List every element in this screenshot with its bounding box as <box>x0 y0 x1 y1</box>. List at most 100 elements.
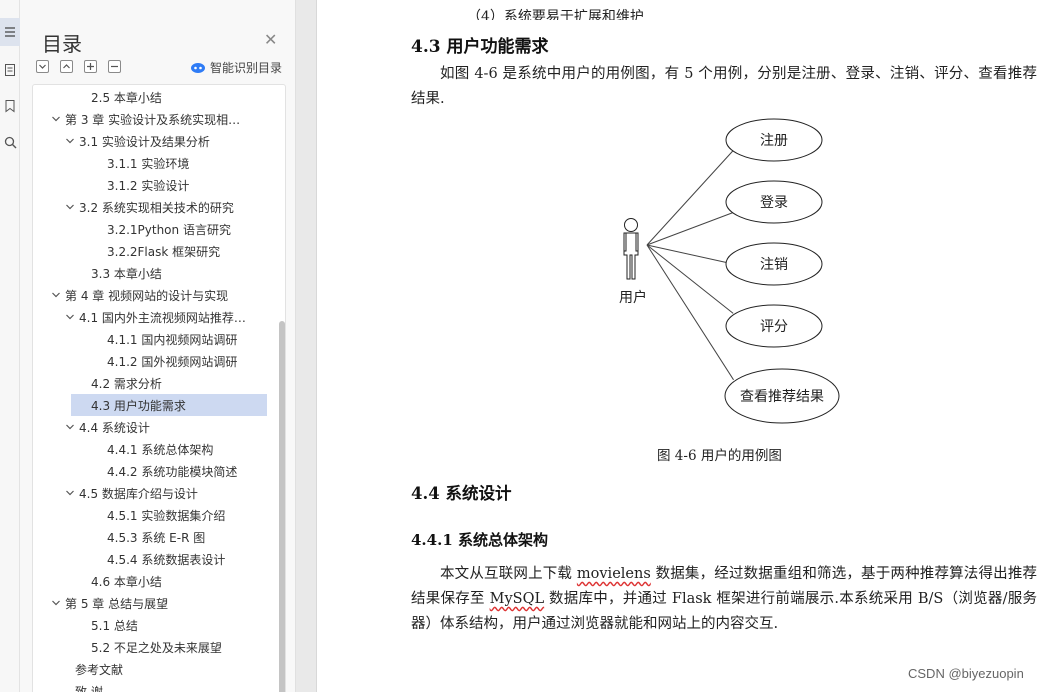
collapse-all-button[interactable] <box>60 60 73 73</box>
chevron-down-icon[interactable] <box>65 488 75 498</box>
watermark: CSDN @biyezuopin <box>908 666 1024 681</box>
remove-heading-button[interactable] <box>108 60 121 73</box>
chevron-down-icon[interactable] <box>65 312 75 322</box>
toc-item[interactable]: 参考文献 <box>33 658 275 680</box>
chevron-down-icon[interactable] <box>65 136 75 146</box>
toc-title: 目录 <box>42 32 82 56</box>
toc-item[interactable]: 3.1.2 实验设计 <box>33 174 275 196</box>
toc-item-label: 3.2 系统实现相关技术的研究 <box>79 200 234 215</box>
association-line <box>646 244 734 314</box>
toc-item[interactable]: 5.1 总结 <box>33 614 275 636</box>
plus-icon <box>87 63 94 70</box>
toc-item[interactable]: 3.2.1Python 语言研究 <box>33 218 275 240</box>
use-case-ovals: 注册登录注销评分查看推荐结果 <box>724 118 840 424</box>
comments-panel-toggle[interactable] <box>0 92 20 120</box>
toc-item-label: 2.5 本章小结 <box>91 90 162 105</box>
bookmark-icon <box>5 100 15 113</box>
toc-item-label: 4.1.1 国内视频网站调研 <box>107 332 238 347</box>
close-icon[interactable]: ✕ <box>264 30 277 49</box>
toc-item-label: 3.1.2 实验设计 <box>107 178 190 193</box>
association-line <box>646 150 734 246</box>
toc-item-label: 4.2 需求分析 <box>91 376 162 391</box>
toc-item[interactable]: 3.2 系统实现相关技术的研究 <box>33 196 275 218</box>
toc-item-label: 4.3 用户功能需求 <box>91 398 186 413</box>
toc-item[interactable]: 4.1.2 国外视频网站调研 <box>33 350 275 372</box>
toc-item-label: 4.5 数据库介绍与设计 <box>79 486 198 501</box>
chevron-down-icon[interactable] <box>65 422 75 432</box>
toc-item[interactable]: 3.1 实验设计及结果分析 <box>33 130 275 152</box>
use-case-label: 查看推荐结果 <box>740 389 824 405</box>
toc-item-label: 5.1 总结 <box>91 618 138 633</box>
smart-toc-button[interactable]: 智能识别目录 <box>190 59 282 76</box>
association-line <box>646 212 734 246</box>
association-lines <box>646 150 734 381</box>
toc-item[interactable]: 第 5 章 总结与展望 <box>33 592 275 614</box>
toc-item[interactable]: 5.2 不足之处及未来展望 <box>33 636 275 658</box>
use-case-label: 评分 <box>760 319 788 335</box>
toc-item-label: 致 谢 <box>75 684 103 692</box>
association-line <box>646 244 734 381</box>
expand-all-button[interactable] <box>36 60 49 73</box>
toc-item-label: 4.6 本章小结 <box>91 574 162 589</box>
toc-item[interactable]: 4.4 系统设计 <box>33 416 275 438</box>
toc-item[interactable]: 4.5 数据库介绍与设计 <box>33 482 275 504</box>
toc-panel-toggle[interactable] <box>0 18 20 46</box>
chevron-down-icon[interactable] <box>51 598 61 608</box>
toc-item[interactable]: 4.6 本章小结 <box>33 570 275 592</box>
toc-item[interactable]: 致 谢 <box>33 680 275 692</box>
actor-label: 用户 <box>619 289 647 306</box>
toc-scrollbar-thumb[interactable] <box>279 321 285 692</box>
toc-item[interactable]: 4.5.1 实验数据集介绍 <box>33 504 275 526</box>
toc-item[interactable]: 2.5 本章小结 <box>33 86 275 108</box>
pages-panel-toggle[interactable] <box>0 56 20 84</box>
search-icon <box>4 136 16 148</box>
list-icon <box>5 27 15 37</box>
toc-item-label: 4.4.1 系统总体架构 <box>107 442 214 457</box>
chevron-down-icon[interactable] <box>51 114 61 124</box>
toc-item-label: 4.4.2 系统功能模块简述 <box>107 464 238 479</box>
toc-item-label: 4.5.4 系统数据表设计 <box>107 552 226 567</box>
association-line <box>646 244 734 265</box>
toc-item-label: 3.2.1Python 语言研究 <box>107 222 231 237</box>
app-window: 目录 ✕ 智能识别目录 致 谢 参考文献 5.2 不足之处及未来展望 5.1 总结 第 … <box>0 0 1057 692</box>
toc-item-label: 3.1.1 实验环境 <box>107 156 190 171</box>
toc-item[interactable]: 第 4 章 视频网站的设计与实现 <box>33 284 275 306</box>
toc-item[interactable]: 4.5.3 系统 E-R 图 <box>33 526 275 548</box>
add-heading-button[interactable] <box>84 60 97 73</box>
search-panel-toggle[interactable] <box>0 128 20 156</box>
toc-item[interactable]: 4.1 国内外主流视频网站推荐… <box>33 306 275 328</box>
toc-item[interactable]: 3.2.2Flask 框架研究 <box>33 240 275 262</box>
toc-item[interactable]: 4.5.4 系统数据表设计 <box>33 548 275 570</box>
toc-item[interactable]: 3.3 本章小结 <box>33 262 275 284</box>
toc-item[interactable]: 4.4.1 系统总体架构 <box>33 438 275 460</box>
chevron-down-icon[interactable] <box>65 202 75 212</box>
minus-icon <box>111 65 118 68</box>
smart-toc-label: 智能识别目录 <box>210 61 283 75</box>
toc-item-label: 第 3 章 实验设计及系统实现相… <box>65 112 241 127</box>
toc-toolbar <box>36 60 121 74</box>
toc-item-label: 第 5 章 总结与展望 <box>65 596 169 611</box>
para-text: 本文从互联网上下载 <box>440 566 577 582</box>
toc-item-label: 4.4 系统设计 <box>79 420 150 435</box>
toc-item-label: 4.1.2 国外视频网站调研 <box>107 354 238 369</box>
use-case-diagram: 用户 注册登录注销评分查看推荐结果 <box>619 118 840 424</box>
toc-panel: 目录 ✕ 智能识别目录 致 谢 参考文献 5.2 不足之处及未来展望 5.1 总结 第 … <box>20 0 296 692</box>
toc-item-label: 4.5.1 实验数据集介绍 <box>107 508 226 523</box>
toc-item-label: 3.2.2Flask 框架研究 <box>107 244 221 259</box>
toc-item[interactable]: 第 3 章 实验设计及系统实现相… <box>33 108 275 130</box>
toc-item-label: 4.1 国内外主流视频网站推荐… <box>79 310 246 325</box>
toc-item[interactable]: 4.2 需求分析 <box>33 372 275 394</box>
toc-item[interactable]: 3.1.1 实验环境 <box>33 152 275 174</box>
toc-item-label: 5.2 不足之处及未来展望 <box>91 640 222 655</box>
document-area: （4）系统要易于扩展和维护 4.3 用户功能需求 如图 4-6 是系统中用户的用… <box>296 0 1057 692</box>
spellcheck-word: movielens <box>576 566 651 582</box>
paragraph-architecture: 本文从互联网上下载 movielens 数据集，经过数据重组和筛选，基于两种推荐… <box>411 562 1037 637</box>
use-case-label: 登录 <box>760 195 788 211</box>
toc-item[interactable]: 4.4.2 系统功能模块简述 <box>33 460 275 482</box>
toc-item-label: 3.3 本章小结 <box>91 266 162 281</box>
toc-item[interactable]: 4.3 用户功能需求 <box>71 394 267 416</box>
document-page[interactable]: （4）系统要易于扩展和维护 4.3 用户功能需求 如图 4-6 是系统中用户的用… <box>316 0 1057 692</box>
toc-item[interactable]: 4.1.1 国内视频网站调研 <box>33 328 275 350</box>
toc-item-label: 4.5.3 系统 E-R 图 <box>107 530 206 545</box>
chevron-down-icon[interactable] <box>51 290 61 300</box>
